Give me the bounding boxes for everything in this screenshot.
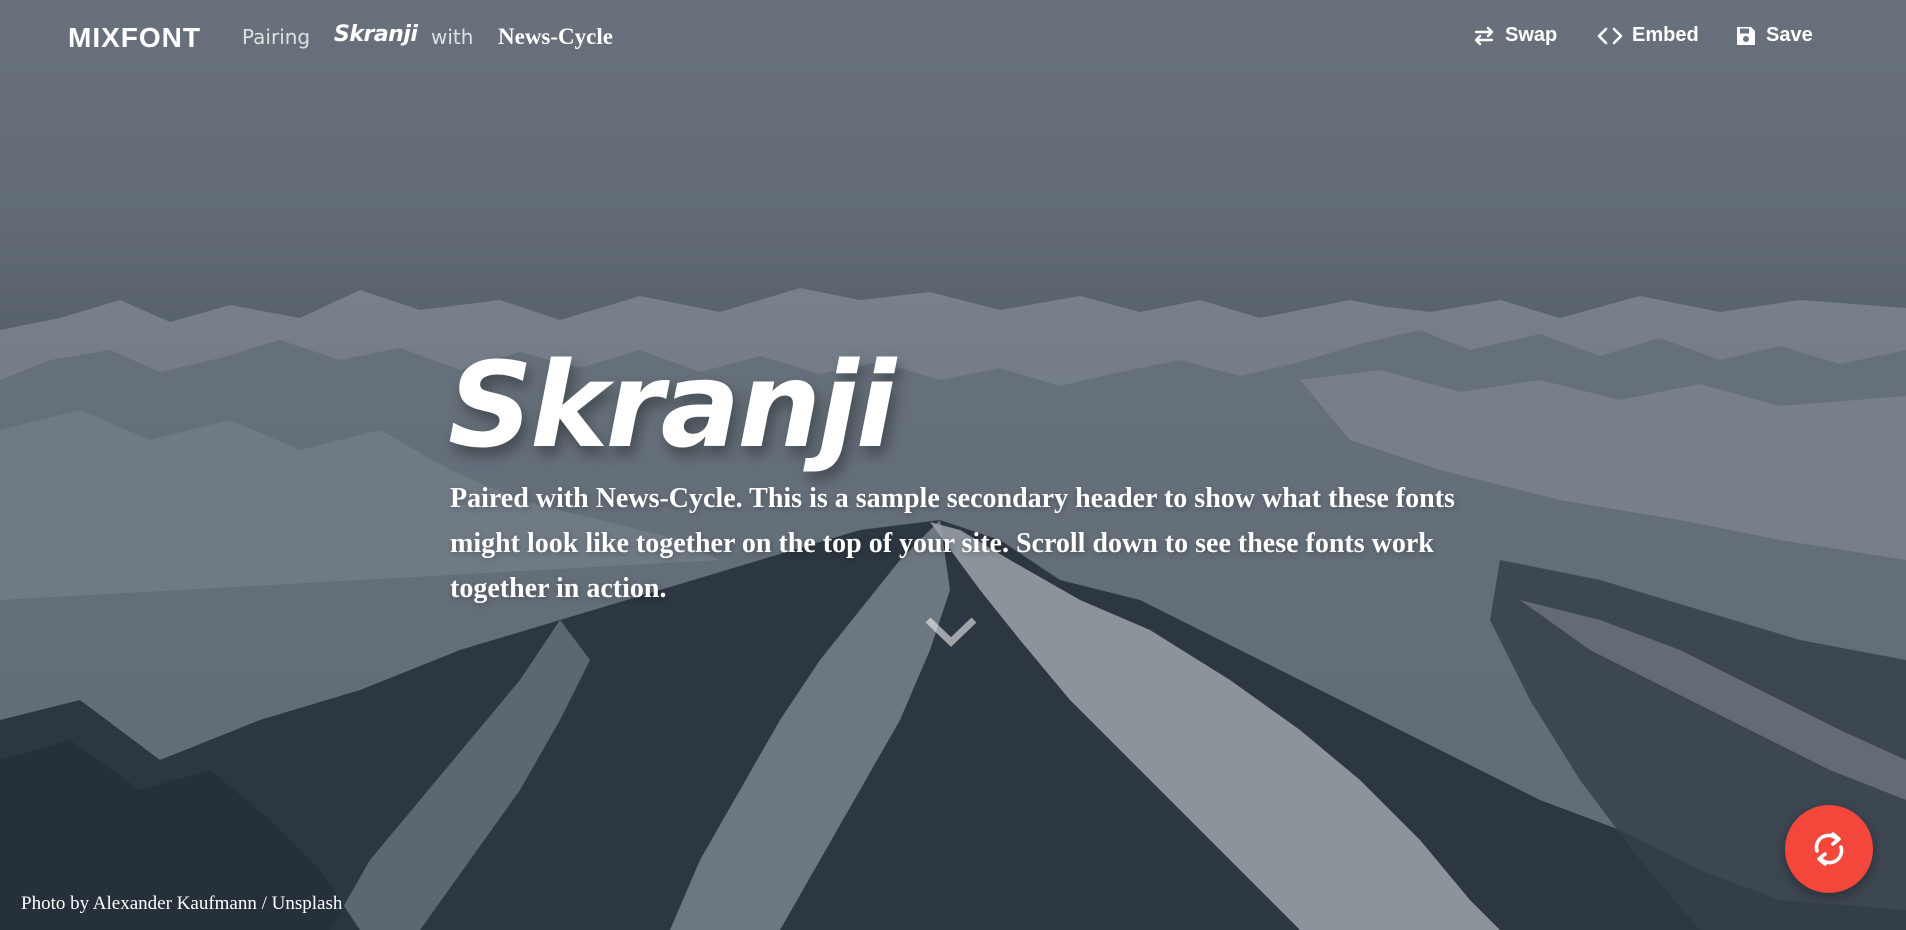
refresh-fab-button[interactable] — [1785, 805, 1873, 893]
save-button[interactable]: Save — [1735, 24, 1813, 47]
swap-button[interactable]: Swap — [1472, 24, 1557, 47]
photo-credit[interactable]: Photo by Alexander Kaufmann / Unsplash — [21, 893, 342, 915]
primary-font-selector[interactable]: Skranji — [334, 22, 418, 47]
pairing-label: Pairing — [242, 25, 311, 49]
secondary-font-selector[interactable]: News-Cycle — [498, 24, 613, 50]
hero-headline: Skranji — [448, 336, 896, 475]
scroll-down-button[interactable] — [924, 614, 978, 650]
floppy-disk-icon — [1737, 26, 1755, 45]
top-nav: MIXFONT Pairing Skranji with News-Cycle … — [0, 0, 1906, 78]
swap-arrows-icon — [1474, 26, 1494, 45]
hero-background — [0, 0, 1906, 930]
with-label: with — [431, 25, 474, 49]
code-brackets-icon — [1597, 27, 1623, 44]
hero-subhead: Paired with News-Cycle. This is a sample… — [450, 483, 1455, 604]
refresh-icon — [1814, 832, 1844, 866]
embed-button[interactable]: Embed — [1597, 24, 1699, 47]
hero-overlay — [0, 0, 1906, 930]
chevron-down-icon — [925, 617, 977, 647]
embed-label: Embed — [1632, 24, 1699, 46]
swap-label: Swap — [1505, 24, 1558, 46]
logo[interactable]: MIXFONT — [68, 22, 201, 54]
save-label: Save — [1766, 24, 1813, 46]
